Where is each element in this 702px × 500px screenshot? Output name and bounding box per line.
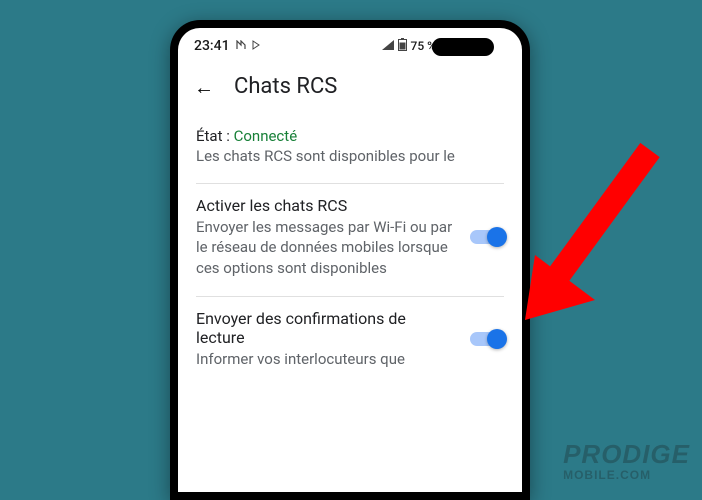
setting-read-receipts[interactable]: Envoyer des confirmations de lecture Inf… (196, 297, 504, 387)
app-header: ← Chats RCS (178, 64, 522, 115)
content: État : Connecté Les chats RCS sont dispo… (178, 115, 522, 387)
setting-title: Activer les chats RCS (196, 196, 458, 215)
toggle-read-receipts[interactable] (470, 332, 504, 346)
pointer-arrow (525, 140, 665, 320)
status-description: Les chats RCS sont disponibles pour le (196, 147, 504, 165)
connection-status-line: État : Connecté (196, 127, 504, 145)
setting-description: Envoyer les messages par Wi-Fi ou par le… (196, 217, 458, 278)
play-icon (251, 40, 261, 53)
battery-icon (398, 38, 407, 54)
page-title: Chats RCS (234, 74, 337, 99)
status-value: Connecté (234, 127, 298, 145)
setting-description: Informer vos interlocuteurs que (196, 349, 458, 369)
phone-frame: 23:41 75 % ← Chats RCS (170, 20, 530, 500)
connection-status-section: État : Connecté Les chats RCS sont dispo… (196, 115, 504, 184)
setting-title: Envoyer des confirmations de lecture (196, 309, 458, 347)
setting-enable-rcs[interactable]: Activer les chats RCS Envoyer les messag… (196, 184, 504, 297)
signal-icon (382, 39, 394, 53)
phone-screen: 23:41 75 % ← Chats RCS (178, 28, 522, 492)
back-button[interactable]: ← (194, 77, 214, 97)
watermark: PRODIGE MOBILE.COM (563, 439, 690, 482)
watermark-line2: MOBILE.COM (563, 468, 690, 482)
watermark-line1: PRODIGE (563, 439, 690, 470)
camera-cutout (432, 38, 494, 56)
status-time: 23:41 (194, 38, 230, 54)
toggle-enable-rcs[interactable] (470, 230, 504, 244)
status-label: État : (196, 127, 230, 145)
nfc-icon (236, 40, 246, 53)
status-icons-left (236, 40, 261, 53)
